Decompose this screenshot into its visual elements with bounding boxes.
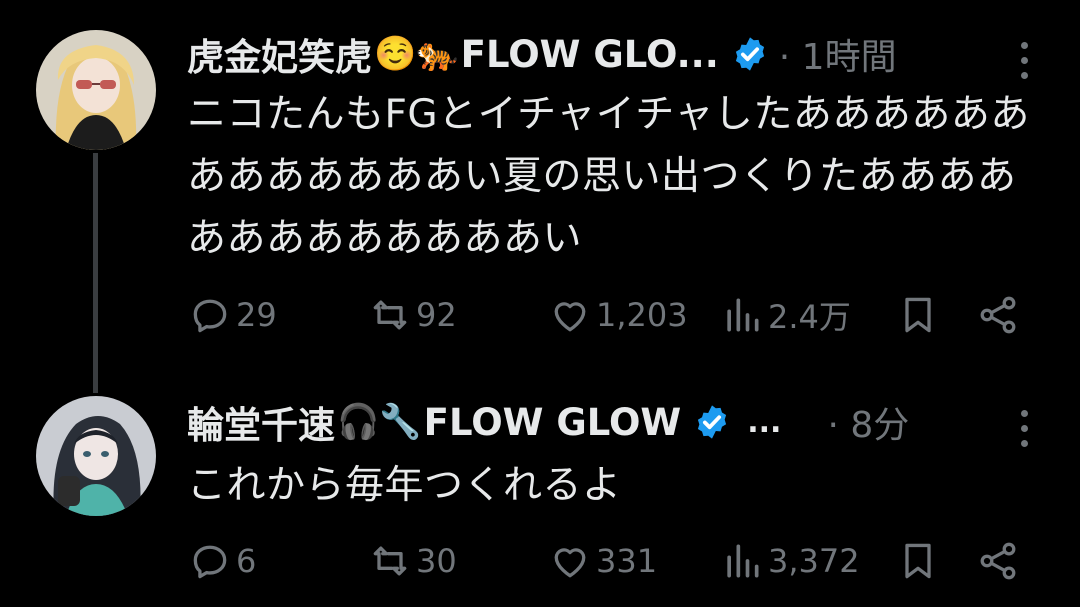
verified-badge-icon [735,37,764,71]
action-bar: 29 92 1,203 2.4万 [188,290,1038,340]
views-button[interactable]: 3,372 [720,536,860,586]
author-name[interactable]: 虎金妃笑虎 [187,27,372,81]
heart-icon [554,302,586,332]
author-name-suffix[interactable]: FLOW GLOW [424,401,682,444]
reply-icon [193,545,227,579]
author-emojis: 🎧🔧 [337,402,422,442]
post-time[interactable]: · 1時間 [779,28,897,80]
like-count: 1,203 [596,296,688,334]
verified-badge-icon [698,405,727,439]
avatar-dark-hair-girl-icon [36,396,156,516]
tweet-2[interactable]: 輪堂千速 🎧🔧 FLOW GLOW ... · 8分 これから毎年つくれるよ 6… [0,378,1080,607]
share-icon [980,542,1016,580]
heart-icon [554,548,586,578]
retweet-button[interactable]: 92 [368,290,457,340]
share-button[interactable] [976,290,1020,340]
tweet-header: 輪堂千速 🎧🔧 FLOW GLOW ... · 8分 [187,394,1057,450]
more-vertical-icon[interactable] [1015,404,1034,453]
tweet-1[interactable]: 虎金妃笑虎 ☺️🐅 FLOW GLO... · 1時間 ニコたんもFGとイチャイ… [0,0,1080,393]
bookmark-button[interactable] [896,536,940,586]
author-emojis: ☺️🐅 [374,34,459,74]
like-count: 331 [596,542,658,580]
author-avatar[interactable] [36,396,156,516]
more-vertical-icon[interactable] [1015,36,1034,85]
author-name-suffix[interactable]: FLOW GLO... [461,33,719,76]
tweet-text: これから毎年つくれるよ [187,463,622,508]
name-truncation: ... [747,404,782,440]
reply-count: 29 [236,296,277,334]
views-button[interactable]: 2.4万 [720,290,851,340]
analytics-icon [727,298,759,332]
share-icon [980,296,1016,334]
reply-count: 6 [236,542,257,580]
post-time[interactable]: · 8分 [827,396,909,448]
reply-icon [193,299,227,333]
retweet-count: 30 [416,542,457,580]
like-button[interactable]: 1,203 [548,290,688,340]
retweet-icon [373,300,407,330]
author-name[interactable]: 輪堂千速 [187,395,335,449]
share-button[interactable] [976,536,1020,586]
view-count: 2.4万 [768,298,851,336]
author-avatar[interactable] [36,30,156,150]
bookmark-icon [905,543,931,579]
thread-connector [93,153,98,393]
bookmark-icon [905,297,931,333]
bookmark-button[interactable] [896,290,940,340]
retweet-count: 92 [416,296,457,334]
like-button[interactable]: 331 [548,536,657,586]
view-count: 3,372 [768,542,860,580]
retweet-button[interactable]: 30 [368,536,457,586]
avatar-blonde-girl-icon [36,30,156,150]
tweet-header: 虎金妃笑虎 ☺️🐅 FLOW GLO... · 1時間 [187,26,1057,82]
retweet-icon [373,546,407,576]
reply-button[interactable]: 29 [188,290,277,340]
tweet-text: ニコたんもFGとイチャイチャしたあああああああああああああい夏の思い出つくりたあ… [187,92,1030,261]
analytics-icon [727,544,759,578]
reply-button[interactable]: 6 [188,536,256,586]
action-bar: 6 30 331 3,372 [188,536,1038,586]
